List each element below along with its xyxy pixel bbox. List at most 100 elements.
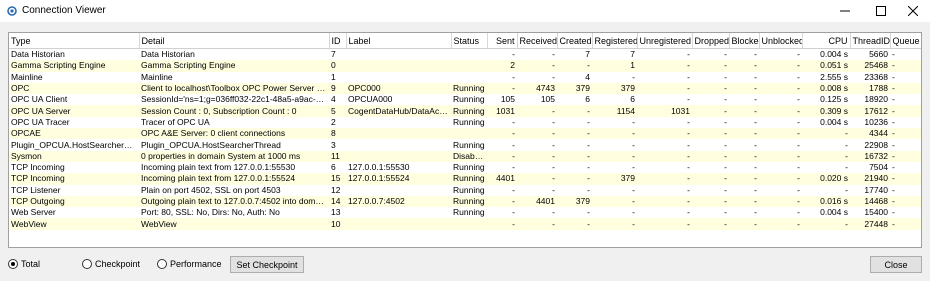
column-header[interactable]: Registered xyxy=(592,33,638,49)
table-cell: - xyxy=(557,184,592,196)
column-header[interactable]: ThreadID xyxy=(850,33,891,49)
table-cell: 0.008 s xyxy=(802,82,850,95)
table-cell: - xyxy=(557,150,592,162)
table-cell: Data Historian xyxy=(139,48,329,61)
table-cell: - xyxy=(759,82,802,95)
column-header[interactable]: Received xyxy=(517,33,558,49)
table-row[interactable]: OPC UA Server Session Count : 0, Subscrip… xyxy=(9,105,921,117)
table-cell: - xyxy=(759,195,802,208)
table-cell xyxy=(451,60,487,72)
table-row[interactable]: OPC UA Client SessionId='ns=1;g=036ff032-… xyxy=(9,94,921,106)
table-cell: - xyxy=(692,139,729,151)
table-cell: OPC000 xyxy=(346,82,451,95)
table-cell: 1154 xyxy=(592,105,637,117)
table-cell xyxy=(451,71,487,83)
table-row[interactable]: TCP Listener Plain on port 4502, SSL on p… xyxy=(9,184,921,196)
table-row[interactable]: Data Historian Data Historian 7- -7 7- - - -0.0… xyxy=(9,48,921,61)
table-cell xyxy=(346,218,451,230)
table-cell: Client to localhost\Toolbox OPC Power Se… xyxy=(139,82,329,95)
table-cell: 5 xyxy=(329,105,346,117)
table-cell: - xyxy=(592,218,637,230)
table-row[interactable]: Web Server Port: 80, SSL: No, Dirs: No, A… xyxy=(9,207,921,219)
table-cell: TCP Incoming xyxy=(9,173,139,185)
table-row[interactable]: OPC UA Tracer Tracer of OPC UA 2 Running - - -… xyxy=(9,116,921,129)
column-header[interactable]: ID xyxy=(329,33,347,49)
table-cell: - xyxy=(890,60,921,72)
table-cell: - xyxy=(729,207,759,219)
table-cell: - xyxy=(890,173,921,185)
table-row[interactable]: Sysmon 0 properties in domain System at 1… xyxy=(9,150,921,162)
bottom-bar: Total Checkpoint Performance Set Checkpo… xyxy=(0,252,930,281)
table-row[interactable]: Mainline Mainline 1- -4- - - - -2.555 s 23368- xyxy=(9,71,921,83)
table-row[interactable]: Plugin_OPCUA.HostSearcherThread Plugin_OP… xyxy=(9,139,921,151)
column-header[interactable]: Unblocked xyxy=(759,33,803,49)
performance-radio[interactable]: Performance xyxy=(157,259,222,269)
table-row[interactable]: TCP Incoming Incoming plain text from 127… xyxy=(9,173,921,185)
table-cell: 21940 xyxy=(850,173,890,185)
table-cell: - xyxy=(692,60,729,72)
total-radio[interactable]: Total xyxy=(8,259,40,269)
table-cell: - xyxy=(517,71,557,83)
table-row[interactable]: TCP Outgoing Outgoing plain text to 127.0… xyxy=(9,195,921,208)
table-cell: - xyxy=(759,173,802,185)
column-header[interactable]: Sent xyxy=(487,33,518,49)
table-cell: 0 xyxy=(329,60,346,72)
table-cell xyxy=(451,218,487,230)
column-header[interactable]: Blocked xyxy=(729,33,760,49)
table-cell: WebView xyxy=(9,218,139,230)
table-cell: Sysmon xyxy=(9,150,139,162)
table-cell: - xyxy=(890,207,921,219)
table-row[interactable]: Gamma Scripting Engine Gamma Scripting En… xyxy=(9,60,921,72)
column-header[interactable]: Label xyxy=(346,33,452,49)
table-row[interactable]: OPCAE OPC A&E Server: 0 client connection… xyxy=(9,128,921,140)
column-header[interactable]: Status xyxy=(451,33,488,49)
column-header[interactable]: Queue xyxy=(890,33,921,49)
table-cell xyxy=(346,116,451,129)
table-cell: - xyxy=(692,184,729,196)
table-cell: - xyxy=(729,195,759,208)
column-header[interactable]: Detail xyxy=(139,33,330,49)
table-cell: - xyxy=(517,218,557,230)
column-header[interactable]: Unregistered xyxy=(637,33,693,49)
table-cell: - xyxy=(802,161,850,174)
table-row[interactable]: WebView WebView 10- - - - - - - - -27448- xyxy=(9,218,921,230)
table-cell: - xyxy=(637,71,692,83)
close-button[interactable]: Close xyxy=(870,256,922,273)
table-cell: 127.0.0.1:55530 xyxy=(346,161,451,174)
table-cell: 17740 xyxy=(850,184,890,196)
column-header[interactable]: CPU xyxy=(802,33,851,49)
table-cell: - xyxy=(487,139,517,151)
table-cell: 16732 xyxy=(850,150,890,162)
set-checkpoint-button[interactable]: Set Checkpoint xyxy=(230,256,304,273)
minimize-button[interactable] xyxy=(828,0,862,22)
table-cell: - xyxy=(637,116,692,129)
table-row[interactable]: OPC Client to localhost\Toolbox OPC Power… xyxy=(9,82,921,95)
table-cell: - xyxy=(517,184,557,196)
table-cell: - xyxy=(890,48,921,61)
column-header[interactable]: Type xyxy=(9,33,140,49)
maximize-button[interactable] xyxy=(864,0,898,22)
table-row[interactable]: TCP Incoming Incoming plain text from 127… xyxy=(9,161,921,174)
column-header[interactable]: Dropped xyxy=(692,33,730,49)
checkpoint-radio[interactable]: Checkpoint xyxy=(82,259,140,269)
table-cell: Running xyxy=(451,184,487,196)
table-cell: - xyxy=(890,184,921,196)
table-cell: - xyxy=(692,207,729,219)
table-cell: Plugin_OPCUA.HostSearcherThread xyxy=(9,139,139,151)
table-cell: 22908 xyxy=(850,139,890,151)
close-window-button[interactable] xyxy=(896,0,930,22)
table-cell: - xyxy=(487,195,517,208)
table-cell: Running xyxy=(451,105,487,117)
column-header[interactable]: Created xyxy=(557,33,593,49)
connection-grid[interactable]: Type Detail ID Label Status Sent Received Creat… xyxy=(8,32,922,248)
table-cell: TCP Incoming xyxy=(9,161,139,174)
table-cell: - xyxy=(890,195,921,208)
table-cell: 8 xyxy=(329,128,346,140)
table-cell: OPCAE xyxy=(9,128,139,140)
table-cell: Incoming plain text from 127.0.0.1:55524 xyxy=(139,173,329,185)
table-cell: - xyxy=(487,218,517,230)
table-cell: - xyxy=(729,184,759,196)
table-cell: 1031 xyxy=(487,105,517,117)
table-cell: 0.004 s xyxy=(802,116,850,129)
table-cell: - xyxy=(637,161,692,174)
